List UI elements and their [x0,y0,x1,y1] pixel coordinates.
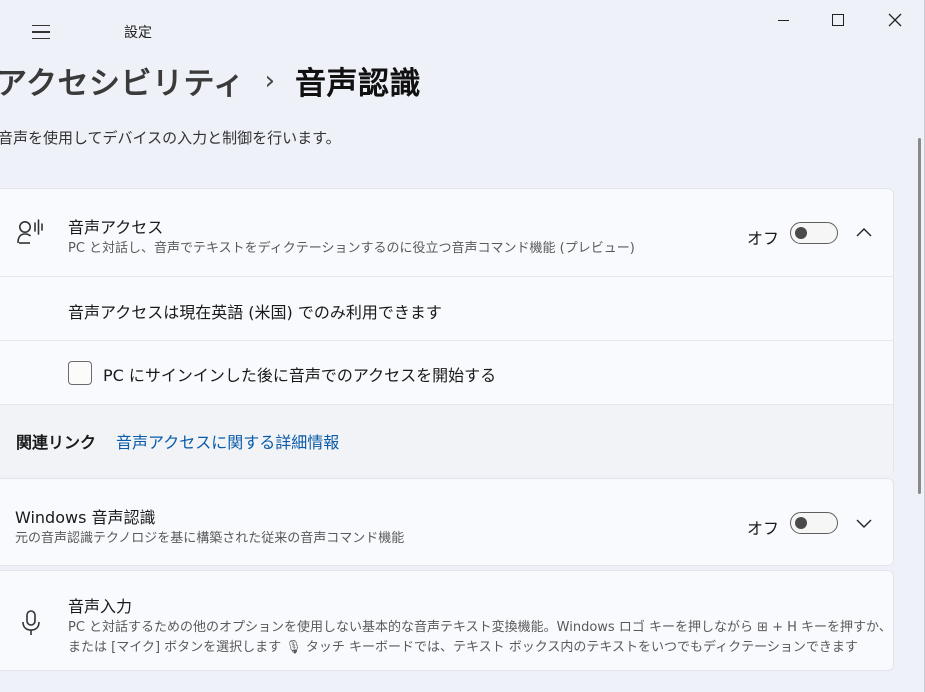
minimize-icon [777,19,789,21]
voice-typing-description-line2: または [マイク] ボタンを選択します 🎙 タッチ キーボードでは、テキスト ボ… [68,640,858,655]
voice-typing-card: 音声入力 PC と対話するための他のオプションを使用しない基本的な音声テキスト変… [0,570,894,671]
breadcrumb: アクセシビリティ › 音声認識 [0,58,421,103]
chevron-up-icon[interactable] [854,223,874,243]
close-icon [888,13,902,27]
voice-access-title: 音声アクセス [68,218,164,237]
voice-access-info-link[interactable]: 音声アクセスに関する詳細情報 [116,429,339,453]
app-title: 設定 [124,25,152,41]
voice-access-icon [17,219,43,244]
scrollbar[interactable] [918,138,921,494]
close-button[interactable] [872,6,918,34]
voice-access-toggle[interactable] [790,222,838,244]
windows-speech-title: Windows 音声認識 [15,508,156,527]
chevron-down-icon[interactable] [854,513,874,533]
voice-access-header[interactable]: 音声アクセス PC と対話し、音声でテキストをディクテーションするのに役立つ音声… [0,189,893,276]
voice-access-note-row: 音声アクセスは現在英語 (米国) でのみ利用できます [0,276,893,340]
windows-speech-toggle[interactable] [790,512,838,534]
page-title: 音声認識 [295,66,421,102]
maximize-button[interactable] [815,6,861,34]
voice-access-description: PC と対話し、音声でテキストをディクテーションするのに役立つ音声コマンド機能 … [68,241,635,256]
windows-speech-toggle-label: オフ [747,519,780,538]
voice-typing-description-line1: PC と対話するための他のオプションを使用しない基本的な音声テキスト変換機能。W… [68,620,892,635]
windows-speech-description: 元の音声認識テクノロジを基に構築された従来の音声コマンド機能 [15,531,405,546]
toggle-knob [795,227,807,239]
microphone-icon [22,610,40,635]
related-links-label: 関連リンク [16,433,97,452]
voice-access-checkbox-row[interactable]: PC にサインインした後に音声でのアクセスを開始する [0,340,893,404]
breadcrumb-parent[interactable]: アクセシビリティ [0,58,245,103]
voice-access-toggle-label: オフ [747,229,780,248]
windows-speech-card[interactable]: Windows 音声認識 元の音声認識テクノロジを基に構築された従来の音声コマン… [0,478,894,566]
toggle-knob [795,517,807,529]
settings-window: 設定 アクセシビリティ › 音声認識 音声を使用してデバイスの入力と制御を行いま… [0,0,925,692]
breadcrumb-separator: › [264,65,275,96]
voice-typing-title: 音声入力 [68,597,133,616]
voice-access-note: 音声アクセスは現在英語 (米国) でのみ利用できます [68,303,442,322]
related-links: 関連リンク 音声アクセスに関する詳細情報 [0,404,893,475]
start-on-signin-label[interactable]: PC にサインインした後に音声でのアクセスを開始する [103,362,496,386]
minimize-button[interactable] [760,6,806,34]
menu-icon[interactable] [26,20,56,44]
voice-access-card: 音声アクセス PC と対話し、音声でテキストをディクテーションするのに役立つ音声… [0,188,894,475]
start-on-signin-checkbox[interactable] [68,361,92,385]
page-description: 音声を使用してデバイスの入力と制御を行います。 [0,129,341,147]
maximize-icon [832,14,844,26]
